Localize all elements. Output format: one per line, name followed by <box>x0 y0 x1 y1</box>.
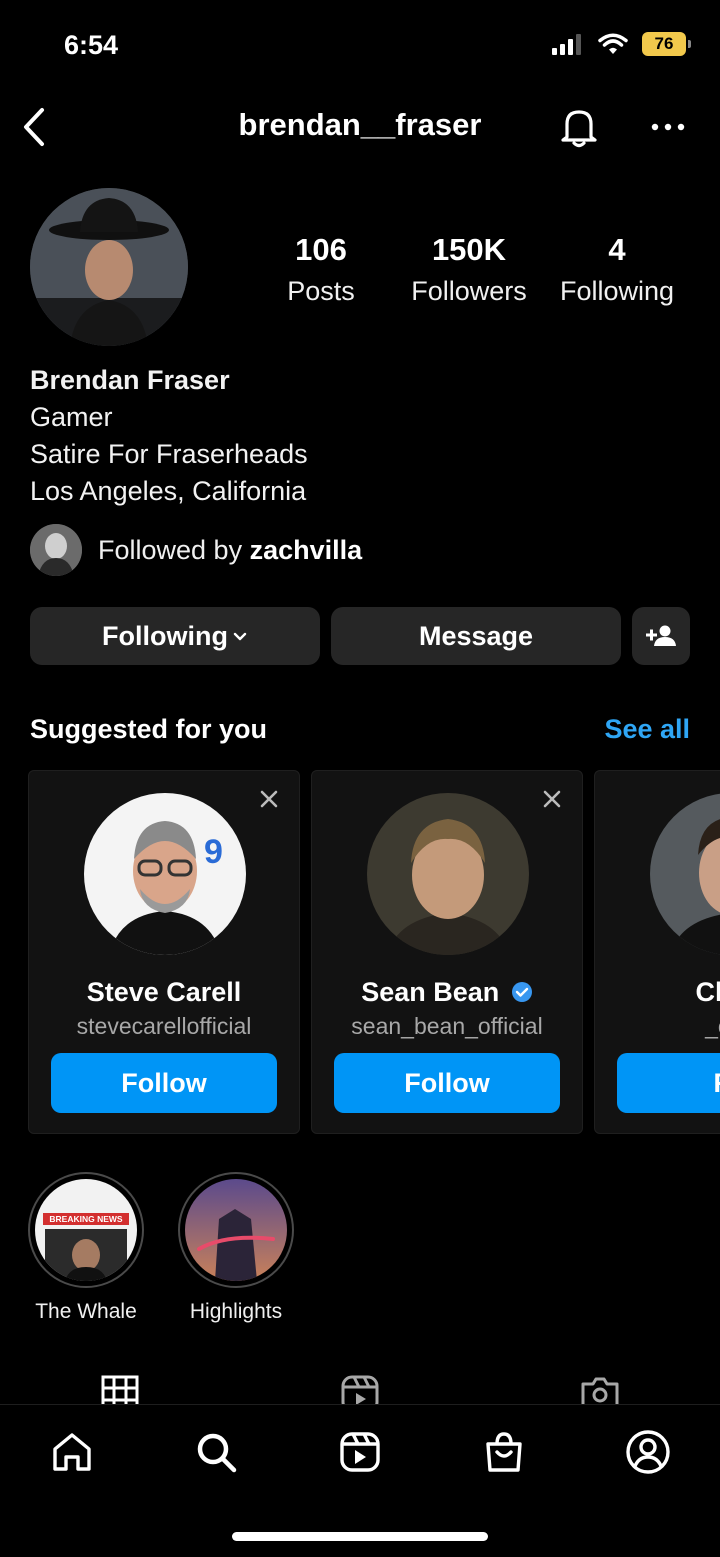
verified-badge-icon <box>511 982 532 1002</box>
following-stat[interactable]: 4 Following <box>550 232 684 307</box>
tab-posts-grid[interactable] <box>99 1374 141 1404</box>
following-count: 4 <box>608 232 626 267</box>
notifications-button[interactable] <box>556 103 602 151</box>
profile-photo <box>30 188 188 346</box>
profile-avatar[interactable] <box>30 188 188 346</box>
display-name: Brendan Fraser <box>30 365 230 395</box>
suggestion-avatar <box>367 793 529 955</box>
status-icons: 76 <box>552 32 691 56</box>
wifi-icon <box>598 33 628 54</box>
status-bar: 6:54 76 <box>0 0 720 90</box>
suggestion-name: Charl <box>695 977 720 1007</box>
grid-icon <box>101 1375 139 1404</box>
nav-home[interactable] <box>47 1427 97 1477</box>
nav-reels[interactable] <box>335 1427 385 1477</box>
reels-icon <box>340 1432 380 1472</box>
profile-bio: Brendan Fraser Gamer Satire For Fraserhe… <box>30 362 308 510</box>
posts-count: 106 <box>295 232 347 267</box>
home-icon <box>53 1433 91 1471</box>
search-icon <box>197 1433 237 1473</box>
add-person-icon <box>646 625 676 646</box>
mutual-follower-name: zachvilla <box>249 534 363 565</box>
following-button-label: Following <box>102 620 228 651</box>
action-buttons: Following Message <box>30 607 690 665</box>
suggest-users-button[interactable] <box>632 607 690 665</box>
suggested-title: Suggested for you <box>30 714 268 744</box>
posts-label: Posts <box>287 276 355 306</box>
posts-stat[interactable]: 106 Posts <box>268 232 374 307</box>
bio-line: Los Angeles, California <box>30 476 307 506</box>
followed-by-prefix: Followed by <box>98 534 250 565</box>
suggested-cards: 9 Steve Carell stevecarellofficial Follo… <box>28 770 720 1134</box>
status-time: 6:54 <box>64 30 119 60</box>
suggested-header: Suggested for you See all <box>30 712 690 752</box>
nav-shop[interactable] <box>479 1427 529 1477</box>
svg-text:9: 9 <box>204 833 223 871</box>
tagged-icon <box>581 1377 619 1404</box>
highlight-art-text: BREAKING NEWS <box>49 1214 123 1224</box>
highlight-label: Highlights <box>189 1300 283 1323</box>
suggestion-card[interactable]: Charl _cha Fo <box>594 770 720 1134</box>
home-indicator[interactable] <box>232 1532 488 1541</box>
following-button[interactable]: Following <box>30 607 320 665</box>
nav-profile[interactable] <box>623 1427 673 1477</box>
follow-button[interactable]: Follow <box>51 1053 277 1113</box>
see-all-link[interactable]: See all <box>604 714 690 745</box>
followed-by[interactable]: Followed by zachvilla <box>30 524 362 576</box>
suggestion-handle: _cha <box>705 1013 720 1039</box>
follow-button[interactable]: Fo <box>617 1053 720 1113</box>
highlight-item[interactable]: BREAKING NEWS The Whale <box>26 1172 146 1324</box>
suggestion-card[interactable]: 9 Steve Carell stevecarellofficial Follo… <box>28 770 300 1134</box>
profile-content-tabs <box>0 1370 720 1404</box>
more-horizontal-icon <box>651 123 685 131</box>
close-icon[interactable] <box>540 787 564 811</box>
highlight-label: The Whale <box>35 1300 137 1323</box>
tab-reels[interactable] <box>339 1374 381 1404</box>
following-label: Following <box>559 276 675 306</box>
profile-icon <box>626 1430 670 1474</box>
followers-stat[interactable]: 150K Followers <box>400 232 538 307</box>
bio-line: Gamer <box>30 402 113 432</box>
bio-line: Satire For Fraserheads <box>30 439 308 469</box>
suggestion-card[interactable]: Sean Bean sean_bean_official Follow <box>311 770 583 1134</box>
profile-username: brendan__fraser <box>238 107 482 142</box>
bell-icon <box>561 110 597 148</box>
follow-button[interactable]: Follow <box>334 1053 560 1113</box>
top-nav: brendan__fraser <box>0 95 720 159</box>
message-button-label: Message <box>418 620 534 651</box>
close-icon[interactable] <box>257 787 281 811</box>
highlight-cover: BREAKING NEWS <box>35 1179 137 1281</box>
suggestion-name: Steve Carell <box>86 977 242 1007</box>
followers-count: 150K <box>431 232 507 267</box>
nav-search[interactable] <box>191 1427 241 1477</box>
suggestion-handle: stevecarellofficial <box>76 1013 252 1039</box>
battery-indicator: 76 <box>642 32 691 56</box>
suggestion-avatar <box>650 793 720 955</box>
highlight-cover <box>185 1179 287 1281</box>
reels-icon <box>341 1375 379 1404</box>
highlight-ring: BREAKING NEWS <box>28 1172 144 1288</box>
signal-icon <box>552 34 581 55</box>
shop-icon <box>486 1432 522 1472</box>
mutual-follower-avatar <box>30 524 82 576</box>
highlight-ring <box>178 1172 294 1288</box>
suggestion-name: Sean Bean <box>361 977 500 1007</box>
tab-tagged[interactable] <box>579 1374 621 1404</box>
suggestion-avatar: 9 <box>84 793 246 955</box>
suggestion-handle: sean_bean_official <box>351 1013 543 1039</box>
suggestion-name-row: Sean Bean <box>312 977 582 1008</box>
followers-label: Followers <box>411 276 527 306</box>
highlight-item[interactable]: Highlights <box>176 1172 296 1324</box>
more-options-button[interactable] <box>646 103 690 151</box>
chevron-down-icon <box>233 632 247 641</box>
message-button[interactable]: Message <box>331 607 621 665</box>
